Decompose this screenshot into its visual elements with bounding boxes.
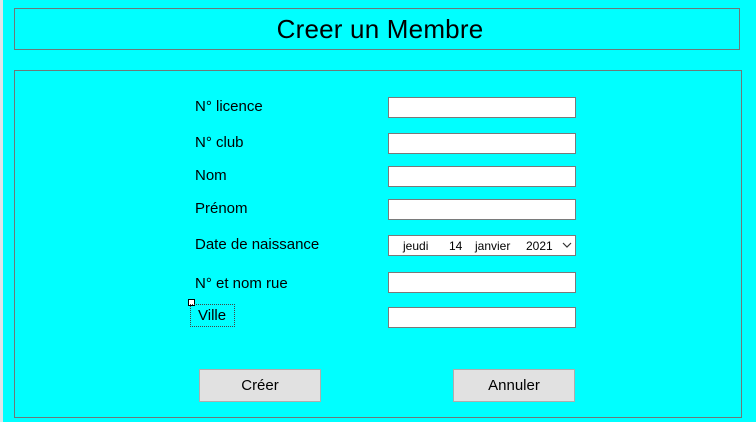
ville-input[interactable] — [388, 307, 576, 328]
page-title: Creer un Membre — [276, 13, 484, 44]
date-month: janvier — [475, 239, 511, 253]
birthdate-picker[interactable]: jeudi 14 janvier 2021 — [388, 235, 576, 256]
licence-input[interactable] — [388, 97, 576, 118]
create-button[interactable]: Créer — [199, 369, 321, 402]
prenom-input[interactable] — [388, 199, 576, 220]
prenom-label: Prénom — [195, 200, 248, 217]
rue-input[interactable] — [388, 272, 576, 293]
rue-label: N° et nom rue — [195, 275, 288, 292]
nom-label: Nom — [195, 167, 227, 184]
ville-label: Ville — [190, 304, 235, 327]
form-panel — [14, 70, 742, 418]
licence-label: N° licence — [195, 98, 263, 115]
date-day: 14 — [449, 239, 463, 253]
nom-input[interactable] — [388, 166, 576, 187]
birthdate-label: Date de naissance — [195, 236, 320, 253]
date-year: 2021 — [526, 239, 553, 253]
club-label: N° club — [195, 134, 244, 151]
title-panel: Creer un Membre — [14, 8, 740, 50]
club-input[interactable] — [388, 133, 576, 154]
window-edge — [0, 0, 3, 422]
ville-label-text: Ville — [198, 307, 227, 324]
date-weekday: jeudi — [403, 239, 429, 253]
chevron-down-icon[interactable] — [562, 239, 572, 251]
cancel-button[interactable]: Annuler — [453, 369, 575, 402]
